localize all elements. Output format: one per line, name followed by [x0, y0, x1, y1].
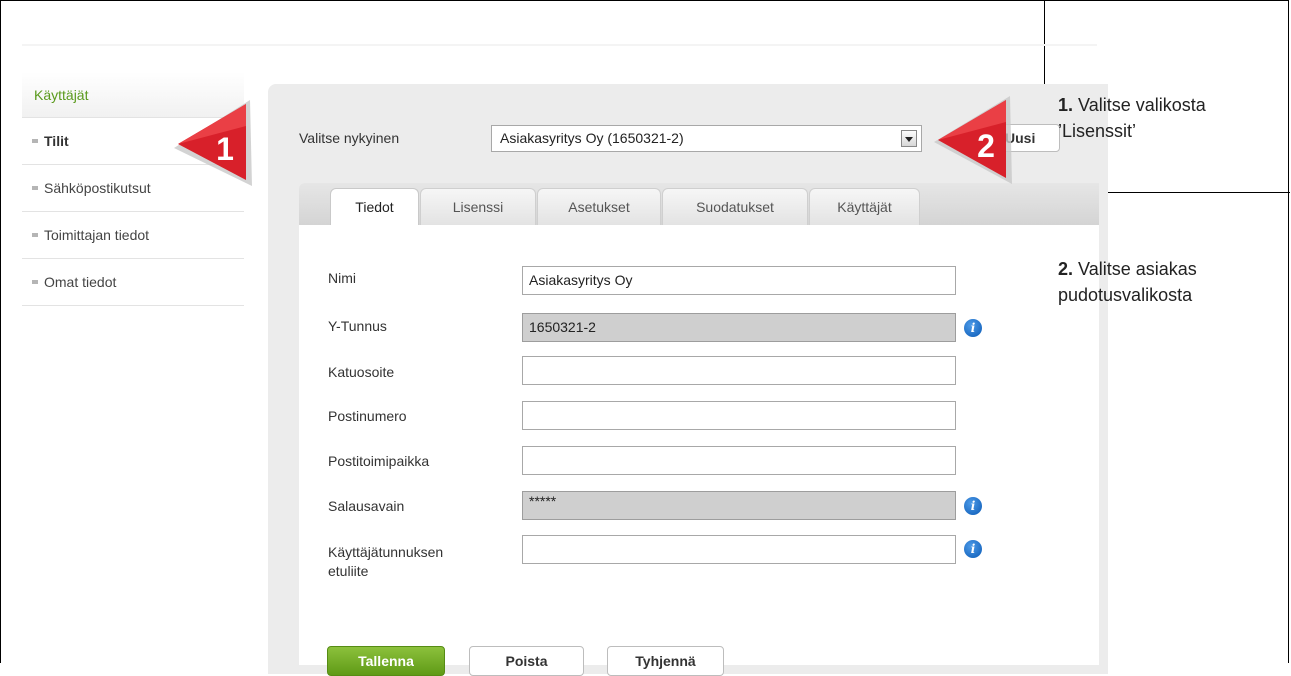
prefix-label-line2: etuliite	[328, 563, 369, 579]
info-icon[interactable]: i	[964, 540, 982, 558]
callout-1-number: 1	[216, 131, 234, 167]
sidebar-item-label: Omat tiedot	[44, 274, 117, 290]
customer-select[interactable]: Asiakasyritys Oy (1650321-2)	[491, 125, 922, 152]
bullet-icon	[32, 233, 38, 237]
postcode-label: Postinumero	[328, 408, 407, 424]
info-icon[interactable]: i	[964, 319, 982, 337]
sidebar-item-label: Toimittajan tiedot	[44, 227, 150, 243]
callout-2-badge: 2	[930, 94, 1014, 186]
bullet-icon	[32, 186, 38, 190]
note-2: 2. Valitse asiakas pudotusvalikosta	[1058, 256, 1197, 308]
city-field[interactable]	[522, 446, 956, 475]
ytunnus-field[interactable]: 1650321-2	[522, 313, 956, 342]
note-1: 1. Valitse valikosta ’Lisenssit’	[1058, 92, 1206, 144]
name-field[interactable]: Asiakasyritys Oy	[522, 266, 956, 295]
key-label: Salausavain	[328, 498, 405, 514]
note-2-text-b: pudotusvalikosta	[1058, 285, 1193, 305]
bullet-icon	[32, 280, 38, 284]
postcode-field[interactable]	[522, 401, 956, 430]
note-1-text-a: Valitse valikosta	[1078, 95, 1206, 115]
sidebar-item-omat-tiedot[interactable]: Omat tiedot	[22, 259, 244, 306]
info-icon[interactable]: i	[964, 497, 982, 515]
tab-asetukset[interactable]: Asetukset	[537, 188, 661, 225]
top-strip	[22, 44, 1097, 46]
tab-suodatukset[interactable]: Suodatukset	[662, 188, 808, 225]
tab-lisenssi[interactable]: Lisenssi	[420, 188, 536, 225]
prefix-label-line1: Käyttäjätunnuksen	[328, 544, 444, 560]
sidebar-item-toimittajan-tiedot[interactable]: Toimittajan tiedot	[22, 212, 244, 259]
name-label: Nimi	[328, 270, 356, 286]
callout-1-badge: 1	[170, 96, 254, 188]
prefix-field[interactable]	[522, 535, 956, 564]
bullet-icon	[32, 139, 38, 143]
customer-select-value: Asiakasyritys Oy (1650321-2)	[500, 130, 684, 146]
note-2-text-a: Valitse asiakas	[1078, 259, 1197, 279]
key-field[interactable]: *****	[522, 491, 956, 520]
note-1-text-b: ’Lisenssit’	[1058, 121, 1137, 141]
callout-2-number: 2	[977, 128, 995, 164]
dropdown-arrow-icon[interactable]	[901, 130, 917, 147]
sidebar-item-label: Sähköpostikutsut	[44, 180, 151, 196]
delete-button[interactable]: Poista	[469, 646, 584, 676]
prefix-label: Käyttäjätunnuksen etuliite	[328, 543, 443, 581]
sidebar-item-label: Tilit	[44, 133, 69, 149]
selector-label: Valitse nykyinen	[299, 130, 400, 146]
note-2-number: 2.	[1058, 259, 1074, 279]
clear-button[interactable]: Tyhjennä	[607, 646, 724, 676]
tab-bar: Tiedot Lisenssi Asetukset Suodatukset Kä…	[299, 183, 1099, 226]
street-field[interactable]	[522, 356, 956, 385]
note-1-number: 1.	[1058, 95, 1074, 115]
save-button[interactable]: Tallenna	[327, 646, 445, 676]
ytunnus-label: Y-Tunnus	[328, 318, 387, 334]
street-label: Katuosoite	[328, 364, 395, 380]
tab-kayttajat[interactable]: Käyttäjät	[809, 188, 920, 225]
city-label: Postitoimipaikka	[328, 453, 430, 469]
tab-tiedot[interactable]: Tiedot	[330, 188, 419, 226]
